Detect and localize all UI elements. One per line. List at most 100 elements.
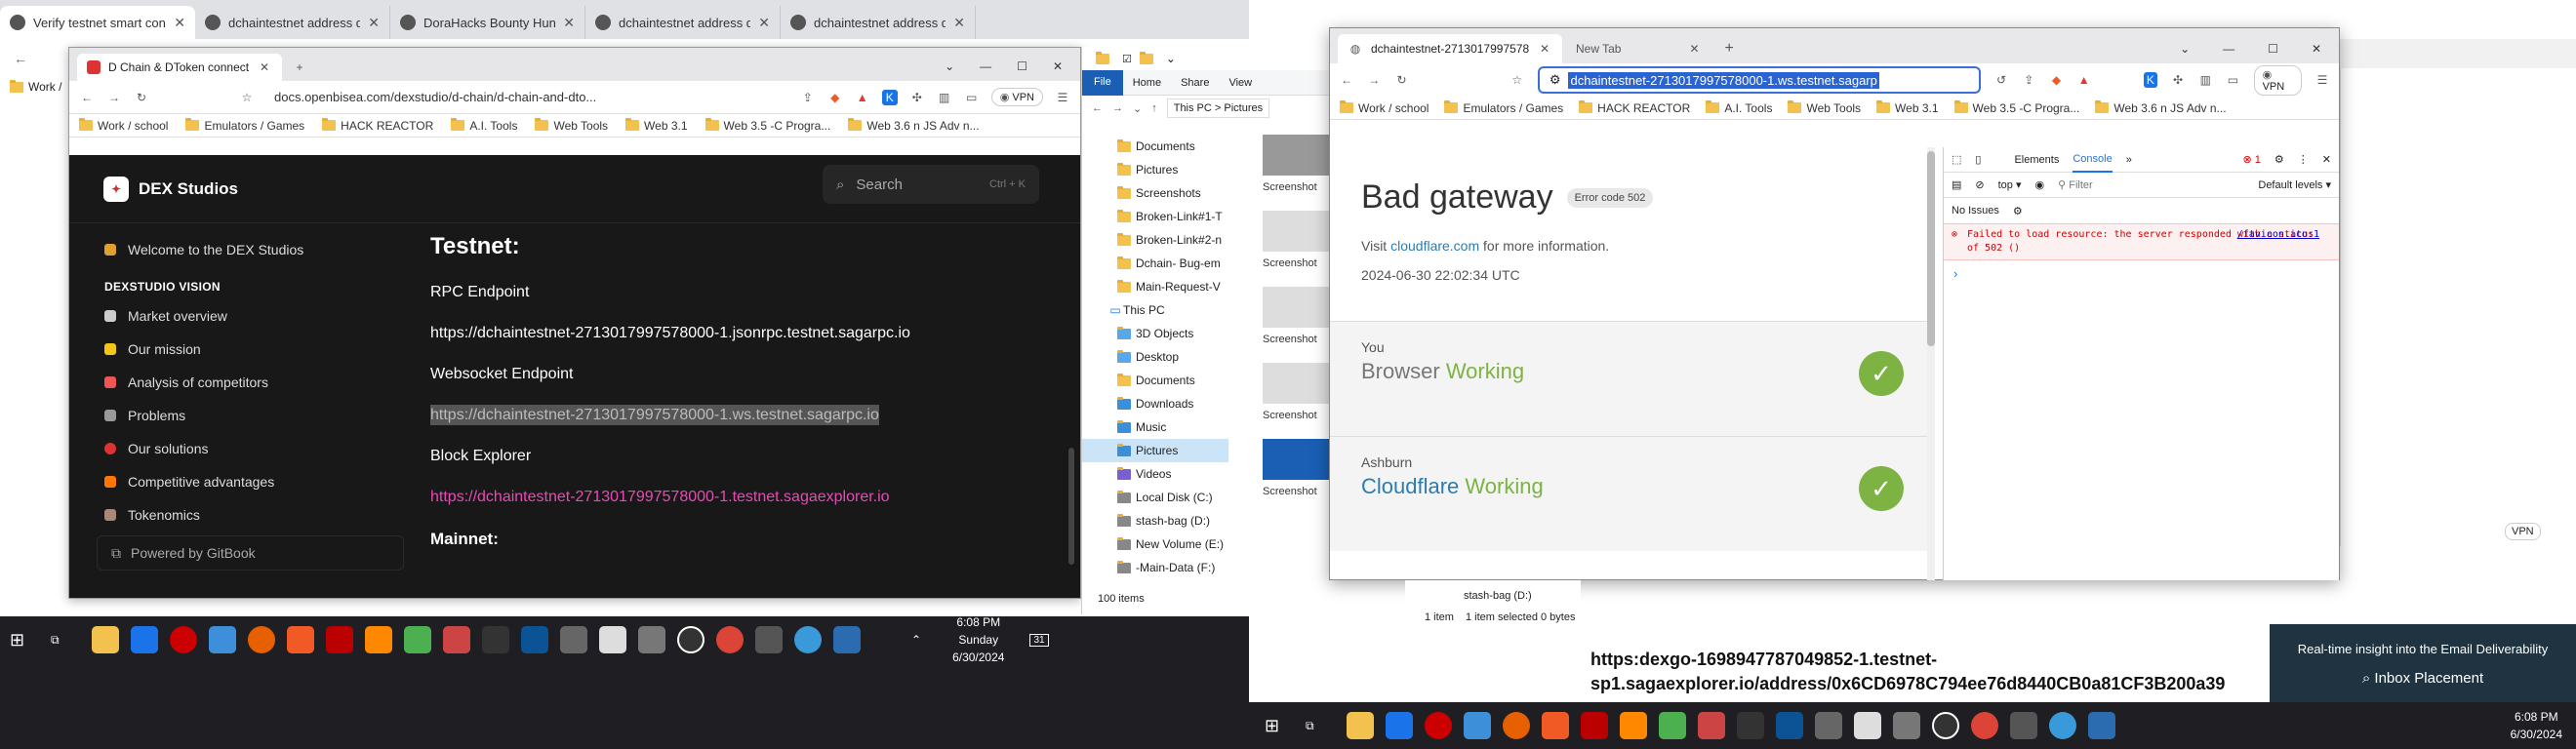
up-arrow-icon[interactable]: ↑	[1151, 102, 1157, 114]
taskbar-clock[interactable]: 6:08 PM 6/30/2024	[2511, 708, 2562, 743]
database-icon[interactable]	[1815, 712, 1842, 739]
forward-arrow-icon[interactable]: →	[106, 90, 122, 105]
firefox-icon[interactable]	[248, 626, 275, 653]
close-icon[interactable]: ✕	[1689, 42, 1699, 56]
bookmark-folder[interactable]: A.I. Tools	[1706, 100, 1772, 115]
windows-start-icon[interactable]: ⊞	[10, 630, 39, 650]
app-icon[interactable]	[833, 626, 861, 653]
nav-item[interactable]: Broken-Link#1-T	[1082, 205, 1228, 228]
vpn-button[interactable]: ◉ VPN	[2253, 64, 2302, 96]
ribbon-view-tab[interactable]: View	[1219, 77, 1262, 89]
task-view-icon[interactable]: ⧉	[1306, 719, 1335, 733]
error-source-link[interactable]: /favicon.ico:1	[2237, 228, 2319, 242]
file-explorer-icon[interactable]	[92, 626, 119, 653]
extension-icon[interactable]: K	[2143, 72, 2157, 88]
nav-item[interactable]: Videos	[1082, 462, 1228, 486]
thumbnail[interactable]: Screenshot	[1263, 135, 1338, 211]
levels-select[interactable]: Default levels ▾	[2258, 178, 2331, 191]
brave-shield-icon[interactable]: ◆	[2049, 72, 2063, 88]
clear-icon[interactable]: ⊘	[1975, 178, 1984, 191]
back-tab[interactable]: dchaintestnet address details ✕	[585, 6, 781, 39]
terminal-icon[interactable]	[1737, 712, 1764, 739]
mail-icon[interactable]	[1386, 712, 1413, 739]
active-tab[interactable]: ◍ dchaintestnet-271301799757800 ✕	[1338, 34, 1562, 63]
notification-icon[interactable]: 31	[1029, 633, 1049, 647]
inspect-icon[interactable]: ⬚	[1952, 153, 1961, 166]
background-vpn-badge[interactable]: VPN	[2505, 523, 2541, 540]
close-icon[interactable]: ✕	[368, 15, 380, 31]
checkbox-icon[interactable]: ☑	[1122, 53, 1132, 65]
database-icon[interactable]	[560, 626, 587, 653]
back-arrow-icon[interactable]: ←	[0, 39, 68, 66]
share-icon[interactable]: ⇪	[800, 90, 816, 105]
nav-item[interactable]: -Main-Data (F:)	[1082, 556, 1228, 579]
app-icon[interactable]	[638, 626, 665, 653]
bookmark-icon[interactable]: ☆	[1510, 72, 1524, 88]
nav-item[interactable]: New Volume (E:)	[1082, 532, 1228, 556]
brave-shield-icon[interactable]: ◆	[827, 90, 843, 105]
sidebar-item-competitors[interactable]: Analysis of competitors	[97, 366, 419, 399]
app-icon[interactable]	[1659, 712, 1686, 739]
windows-start-icon[interactable]: ⊞	[1265, 716, 1294, 736]
bookmark-folder[interactable]: Web Tools	[535, 118, 608, 133]
app-icon[interactable]	[2049, 712, 2076, 739]
nav-item[interactable]: Main-Request-V	[1082, 275, 1228, 298]
brave-icon[interactable]	[287, 626, 314, 653]
nav-item[interactable]: stash-bag (D:)	[1405, 580, 1581, 602]
thumbnail[interactable]: Screenshot	[1263, 439, 1338, 515]
bookmark-icon[interactable]: ☆	[239, 90, 255, 105]
brave-icon[interactable]	[1542, 712, 1569, 739]
filter-input[interactable]: ⚲ Filter	[2058, 178, 2093, 191]
bookmark-folder[interactable]: A.I. Tools	[451, 118, 517, 133]
forward-arrow-icon[interactable]: →	[1367, 72, 1381, 88]
mail-icon[interactable]	[131, 626, 158, 653]
system-tray[interactable]: ⌃	[911, 633, 921, 647]
vlc-icon[interactable]	[365, 626, 392, 653]
ws-value-selected[interactable]: https://dchaintestnet-2713017997578000-1…	[430, 405, 879, 425]
task-view-icon[interactable]: ⧉	[51, 633, 80, 648]
maximize-icon[interactable]: ☐	[2268, 42, 2278, 56]
nav-item[interactable]: 3D Objects	[1082, 322, 1228, 345]
error-counter[interactable]: ⊗ 1	[2243, 153, 2261, 166]
close-window-icon[interactable]: ✕	[2312, 42, 2321, 56]
close-window-icon[interactable]: ✕	[1053, 59, 1063, 73]
thumbnail[interactable]: Screenshot	[1263, 363, 1338, 439]
app-icon[interactable]	[1932, 712, 1959, 739]
app-icon[interactable]	[170, 626, 197, 653]
close-icon[interactable]: ✕	[174, 15, 185, 31]
terminal-icon[interactable]	[482, 626, 509, 653]
bookmark-work[interactable]: Work /	[0, 66, 68, 94]
forward-arrow-icon[interactable]: →	[1112, 102, 1123, 114]
bookmark-folder[interactable]: Emulators / Games	[185, 118, 304, 133]
close-icon[interactable]: ✕	[563, 15, 575, 31]
new-tab-icon[interactable]: +	[1725, 40, 1734, 58]
kebab-icon[interactable]: ⋮	[2298, 153, 2309, 166]
filezilla-icon[interactable]	[326, 626, 353, 653]
app-icon[interactable]	[1893, 712, 1920, 739]
tab-elements[interactable]: Elements	[2014, 154, 2059, 166]
scrollbar[interactable]	[1927, 147, 1935, 580]
bookmark-folder[interactable]: HACK REACTOR	[322, 118, 433, 133]
vlc-icon[interactable]	[1620, 712, 1647, 739]
wallet-icon[interactable]: ▭	[2226, 72, 2239, 88]
nav-item[interactable]: Dchain- Bug-em	[1082, 252, 1228, 275]
dropdown-icon[interactable]: ⌄	[1133, 102, 1142, 115]
sidebar-item-mission[interactable]: Our mission	[97, 333, 419, 366]
new-tab-icon[interactable]: +	[292, 59, 307, 75]
context-select[interactable]: top ▾	[1998, 178, 2022, 191]
back-arrow-icon[interactable]: ←	[1340, 72, 1353, 88]
url-field[interactable]: ⚙ dchaintestnet-2713017997578000-1.ws.te…	[1537, 66, 1981, 94]
sidebar-item-solutions[interactable]: Our solutions	[97, 432, 419, 465]
bookmark-folder[interactable]: Web 3.6 n JS Adv n...	[2095, 100, 2227, 115]
firefox-icon[interactable]	[1503, 712, 1530, 739]
app-icon[interactable]	[1854, 712, 1881, 739]
nav-item[interactable]: Downloads	[1082, 392, 1228, 415]
bookmark-folder[interactable]: Web 3.6 n JS Adv n...	[848, 118, 980, 133]
close-icon[interactable]: ✕	[257, 59, 272, 75]
explorer-link[interactable]: https://dchaintestnet-2713017997578000-1…	[430, 489, 1055, 506]
app-icon[interactable]	[1425, 712, 1452, 739]
dex-logo-icon[interactable]: ✦	[103, 176, 129, 202]
site-brand[interactable]: DEX Studios	[139, 179, 238, 199]
powered-by-gitbook[interactable]: ⧉ Powered by GitBook	[97, 535, 404, 571]
thumbnail[interactable]: Screenshot	[1263, 287, 1338, 363]
